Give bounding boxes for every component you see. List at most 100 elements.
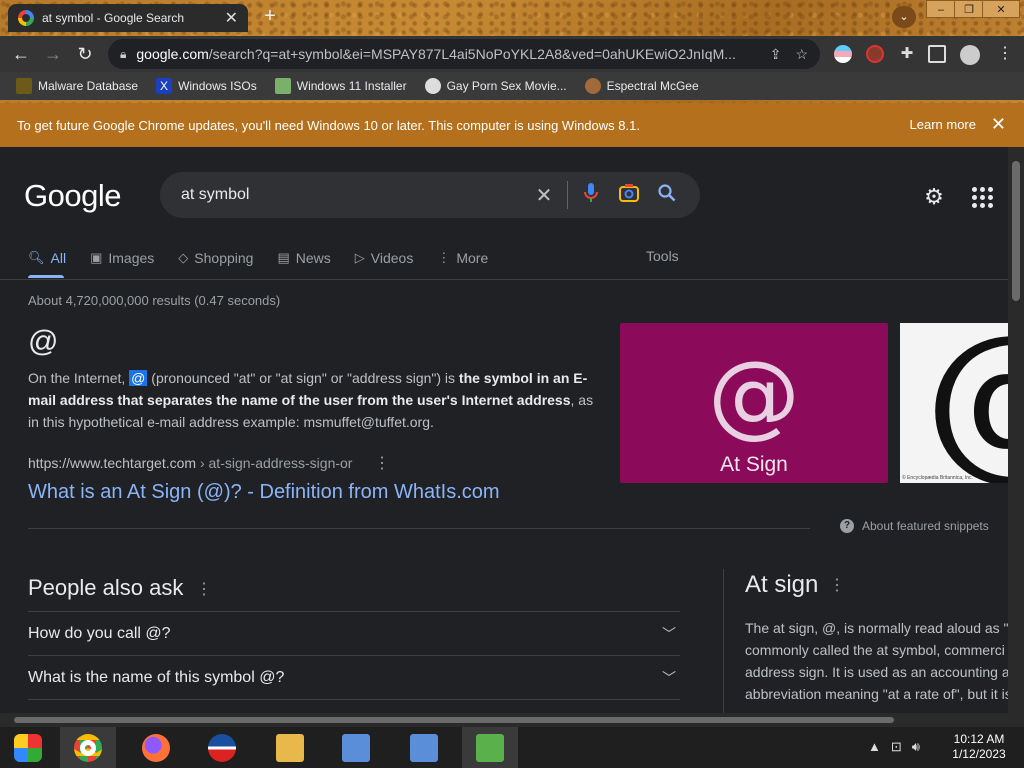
search-input[interactable]: at symbol: [181, 186, 525, 204]
back-button[interactable]: ←: [8, 42, 34, 66]
browser-frame: at symbol - Google Search ✕ + ⌄ – ❐ ✕ ← …: [0, 0, 1024, 103]
clock-date: 1/12/2023: [952, 747, 1006, 761]
tab-search-button[interactable]: ⌄: [892, 6, 916, 28]
knowledge-panel-options-icon[interactable]: ⋮: [829, 575, 845, 595]
image-caption: At Sign: [720, 453, 788, 476]
active-tab-indicator: [28, 275, 64, 278]
google-apps-icon[interactable]: [970, 185, 994, 209]
close-window-button[interactable]: ✕: [982, 0, 1020, 18]
tab-images[interactable]: ▣ Images: [90, 245, 154, 271]
about-featured-snippets[interactable]: ? About featured snippets: [840, 519, 989, 533]
circle-logo-icon: [208, 733, 236, 762]
bookmark-star-icon[interactable]: ☆: [795, 46, 808, 63]
folder-icon: [16, 78, 32, 94]
bookmark-item[interactable]: Gay Porn Sex Movie...: [424, 78, 567, 94]
image-icon: [274, 78, 291, 94]
google-favicon-icon: [18, 10, 34, 26]
chevron-down-icon: ﹀: [662, 626, 676, 642]
video-icon: ▷: [354, 250, 365, 265]
forward-button[interactable]: →: [40, 42, 66, 66]
search-icon[interactable]: [648, 183, 686, 207]
network-icon[interactable]: ⊡: [891, 739, 902, 755]
chrome-icon: [74, 733, 102, 762]
result-citation: https://www.techtarget.com › at-sign-add…: [28, 455, 353, 471]
people-also-ask-title: People also ask: [28, 575, 184, 600]
featured-image-at-sign[interactable]: @ At Sign: [620, 323, 888, 483]
site-icon: [424, 78, 441, 94]
paa-question[interactable]: What is the name of this symbol @? ﹀: [28, 655, 680, 699]
taskbar-obama-app[interactable]: [194, 727, 250, 768]
clear-icon[interactable]: ✕: [525, 183, 563, 208]
folder-icon: [276, 733, 304, 762]
tab-all[interactable]: 🔍︎ All: [28, 245, 66, 271]
browser-toolbar: ← → ↻ 🔒︎ google.com/search?q=at+symbol&e…: [0, 36, 1024, 72]
extension-avatar-icon[interactable]: [866, 45, 884, 63]
close-banner-icon[interactable]: ✕: [991, 114, 1006, 135]
paa-options-icon[interactable]: ⋮: [196, 579, 212, 599]
tab-news[interactable]: ▤ News: [277, 245, 330, 271]
microphone-icon[interactable]: [572, 182, 610, 208]
bookmark-item[interactable]: Malware Database: [16, 78, 138, 94]
tab-shopping[interactable]: ◇ Shopping: [178, 245, 253, 271]
at-symbol-graphic: @: [924, 323, 1008, 483]
knowledge-panel-description: The at sign, @, is normally read aloud a…: [745, 620, 1008, 702]
maximize-button[interactable]: ❐: [954, 0, 984, 18]
taskbar-firefox[interactable]: [128, 727, 184, 768]
side-panel-icon[interactable]: [928, 45, 946, 63]
firefox-icon: [142, 733, 170, 762]
vertical-scrollbar[interactable]: [1008, 147, 1024, 713]
tab-videos[interactable]: ▷ Videos: [355, 245, 414, 271]
taskbar-program[interactable]: [396, 727, 452, 768]
lens-camera-icon[interactable]: [610, 183, 648, 207]
taskbar-file-explorer[interactable]: [262, 727, 318, 768]
scrollbar-thumb[interactable]: [1012, 161, 1020, 301]
start-button[interactable]: [0, 727, 56, 768]
new-tab-button[interactable]: +: [258, 5, 282, 28]
address-bar[interactable]: 🔒︎ google.com/search?q=at+symbol&ei=MSPA…: [108, 39, 820, 69]
search-results-page: Google at symbol ✕ ⚙ 🔍︎ All ▣ Images ◇ Shop…: [0, 147, 1008, 713]
search-box[interactable]: at symbol ✕: [160, 172, 700, 218]
image-credit: © Encyclopædia Britannica, Inc.: [902, 475, 973, 481]
tag-icon: ◇: [178, 250, 189, 265]
tab-close-icon[interactable]: ✕: [225, 8, 238, 28]
tab-title: at symbol - Google Search: [42, 11, 185, 25]
learn-more-link[interactable]: Learn more: [910, 117, 976, 132]
knowledge-panel-divider: [723, 569, 724, 713]
news-icon: ▤: [277, 250, 290, 265]
search-icon: 🔍︎: [28, 250, 45, 265]
featured-snippet-title: @: [28, 325, 59, 358]
avatar-icon: [584, 78, 601, 94]
bookmark-item[interactable]: Windows 11 Installer: [274, 78, 407, 94]
result-title-link[interactable]: What is an At Sign (@)? - Definition fro…: [28, 481, 500, 504]
show-hidden-icons-icon[interactable]: ▲: [868, 739, 881, 755]
scrollbar-thumb[interactable]: [14, 717, 894, 723]
taskbar-program[interactable]: [462, 727, 518, 768]
share-icon[interactable]: ⇪: [770, 46, 782, 63]
start-icon: [14, 733, 42, 762]
image-icon: ▣: [90, 250, 103, 265]
menu-kebab-icon[interactable]: ⋮: [992, 42, 1018, 66]
browser-tab[interactable]: at symbol - Google Search ✕: [8, 4, 248, 32]
tools-button[interactable]: Tools: [646, 248, 679, 264]
installer-icon: [476, 733, 504, 762]
extensions-puzzle-icon[interactable]: ✚: [898, 45, 916, 63]
profile-icon[interactable]: [960, 45, 980, 65]
result-options-icon[interactable]: ⋮: [374, 453, 390, 473]
volume-icon[interactable]: 🔊︎: [912, 739, 920, 755]
setup-icon: [410, 733, 438, 762]
taskbar: ▲ ⊡ 🔊︎ 10:12 AM 1/12/2023: [0, 727, 1024, 768]
reload-button[interactable]: ↻: [72, 42, 98, 66]
taskbar-program[interactable]: [328, 727, 384, 768]
minimize-button[interactable]: –: [926, 0, 956, 18]
taskbar-chrome[interactable]: [60, 727, 116, 768]
tab-more[interactable]: ⋮ More: [437, 245, 488, 271]
horizontal-scrollbar[interactable]: [0, 713, 1024, 727]
google-logo[interactable]: Google: [24, 178, 121, 214]
paa-question[interactable]: How do you call @? ﹀: [28, 611, 680, 655]
settings-gear-icon[interactable]: ⚙: [922, 185, 946, 209]
extension-flag-icon[interactable]: [834, 45, 852, 63]
featured-image-britannica[interactable]: @ © Encyclopædia Britannica, Inc.: [900, 323, 1008, 483]
bookmark-item[interactable]: X Windows ISOs: [156, 78, 257, 94]
bookmark-item[interactable]: Espectral McGee: [584, 78, 699, 94]
clock[interactable]: 10:12 AM 1/12/2023: [944, 732, 1014, 762]
